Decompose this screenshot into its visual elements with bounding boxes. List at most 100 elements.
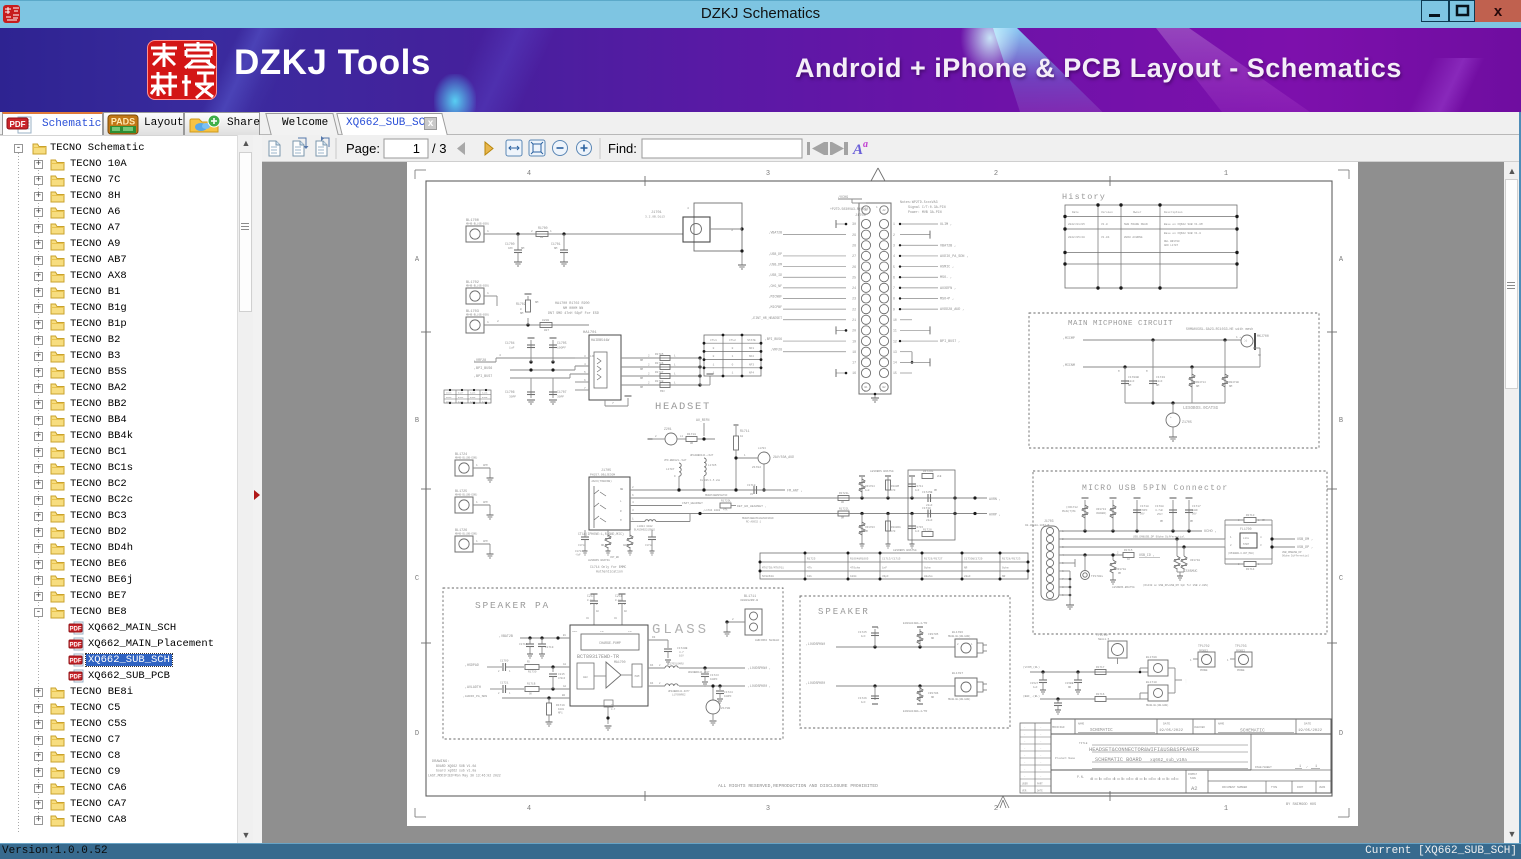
svg-text:R171B: R171B	[527, 683, 536, 686]
svg-text:12: 12	[893, 339, 897, 343]
svg-text:NM: NM	[554, 247, 558, 250]
svg-text:LESOBOS BOATSG: LESOBOS BOATSG	[870, 470, 894, 473]
svg-text:(VCOM_(DL): (VCOM_(DL)	[1023, 665, 1040, 669]
svg-text:3: 3	[766, 805, 770, 813]
svg-text:CHARGE-PUMP: CHARGE-PUMP	[599, 641, 621, 645]
svg-text:AGC: AGC	[583, 676, 588, 679]
svg-text:,USB_DM: ,USB_DM	[769, 263, 782, 267]
svg-text:MSO+P ,: MSO+P ,	[940, 298, 954, 302]
svg-text:R1719: R1719	[556, 704, 565, 707]
svg-text:,BPI_BUS7: ,BPI_BUS7	[474, 375, 492, 379]
svg-text:+P2TD-5030VA3-Rj5000: +P2TD-5030VA3-Rj5000	[830, 207, 868, 211]
svg-text:GLASS: GLASS	[652, 622, 709, 638]
svg-text:Z1702: Z1702	[752, 466, 761, 469]
svg-text:20: 20	[852, 329, 856, 333]
svg-text:1: 1	[487, 321, 489, 324]
svg-text:100k: 100k	[558, 707, 565, 711]
svg-text:Date: Date	[1072, 211, 1079, 214]
svg-text:MSO- ,: MSO- ,	[940, 276, 952, 280]
svg-text:CTL2: CTL2	[729, 339, 736, 342]
svg-text:24: 24	[852, 286, 856, 290]
svg-text:UPG4BBD121-/A2T: UPG4BBD121-/A2T	[690, 453, 714, 457]
svg-text:CR1705: CR1705	[928, 633, 939, 636]
svg-text:MA1700: MA1700	[614, 660, 626, 664]
svg-text:0R: 0R	[841, 517, 845, 520]
svg-text:C: C	[415, 575, 419, 583]
svg-text:19: 19	[852, 339, 856, 343]
svg-text:R1725: R1725	[807, 558, 816, 561]
svg-text:HSMIC ,: HSMIC ,	[940, 266, 954, 270]
svg-text:R1708: R1708	[655, 380, 664, 383]
svg-text:History: History	[1062, 192, 1106, 202]
svg-text:C: C	[1339, 575, 1343, 583]
svg-text:Base on XQ662 SUB V1.0: Base on XQ662 SUB V1.0	[1164, 232, 1201, 235]
svg-text:50V: 50V	[1140, 513, 1145, 516]
svg-text:AORP ,: AORP ,	[989, 513, 1001, 517]
svg-text:AU_REFN: AU_REFN	[696, 418, 709, 422]
svg-text:0ohm: 0ohm	[924, 566, 931, 570]
svg-text:R1006G: R1006G	[891, 526, 901, 529]
svg-text:1: 1	[1224, 805, 1228, 813]
svg-text:C1707: C1707	[557, 390, 567, 394]
svg-text:DATE: DATE	[1304, 723, 1311, 726]
svg-text:C1724: C1724	[724, 691, 733, 694]
svg-text:Description: Description	[1164, 210, 1183, 214]
svg-text:,USB_ID: ,USB_ID	[769, 273, 782, 277]
svg-text:VERS: VERS	[1319, 786, 1326, 789]
svg-text:0R: 0R	[690, 442, 694, 445]
svg-text:STATE: STATE	[747, 339, 756, 342]
svg-text:470: 470	[891, 489, 896, 492]
svg-text:CS#T_HEADSET: CS#T_HEADSET	[682, 502, 703, 505]
svg-text:,LOUDSPKR0: ,LOUDSPKR0	[806, 681, 825, 685]
svg-text:A2: A2	[1191, 785, 1198, 792]
svg-text:+: +	[1170, 416, 1172, 419]
svg-text:Owner: Owner	[1133, 211, 1142, 214]
svg-text:1K: 1K	[1127, 558, 1131, 561]
svg-text:1: 1	[413, 141, 420, 156]
svg-text:FM_ANT ,: FM_ANT ,	[787, 489, 803, 493]
svg-text:P.N.: P.N.	[1077, 775, 1085, 779]
svg-text:,VBAT2B: ,VBAT2B	[769, 231, 782, 235]
svg-text:PHJH(T)MG: PHJH(T)MG	[1062, 510, 1076, 513]
svg-text:2kB: 2kB	[937, 475, 942, 478]
svg-text:NF4: NF4	[749, 372, 754, 375]
svg-text:SPEAKER: SPEAKER	[818, 607, 870, 617]
svg-text:SPEAKER PA: SPEAKER PA	[475, 600, 550, 611]
svg-text:1nF: 1nF	[915, 489, 920, 492]
svg-text:CNT_BD: CNT_BD	[610, 556, 620, 559]
svg-text:ALL RIGHTS RESERVED,REPRODUCTI: ALL RIGHTS RESERVED,REPRODUCTION AND DIS…	[718, 783, 878, 789]
svg-text:CR1718: CR1718	[1116, 568, 1126, 571]
svg-text:,MICNM: ,MICNM	[1063, 363, 1075, 367]
svg-text:29: 29	[852, 233, 856, 237]
svg-text:BOARD XQ662 SUB V1.0A: BOARD XQ662 SUB V1.0A	[436, 764, 476, 768]
svg-text:ADD L1707: ADD L1707	[1164, 244, 1178, 247]
svg-text:CR1703: CR1703	[865, 526, 875, 529]
svg-text:C1717: C1717	[1192, 505, 1201, 508]
svg-text:VDDP: VDDP	[572, 630, 578, 633]
svg-text:4.7uF: 4.7uF	[1155, 509, 1163, 512]
svg-text:,LOUDSPKR0 ,: ,LOUDSPKR0 ,	[748, 684, 771, 688]
svg-text:4: 4	[893, 254, 895, 258]
svg-text:board xq662 sub v1.0a: board xq662 sub v1.0a	[436, 769, 476, 773]
svg-text:10: 10	[740, 435, 744, 438]
svg-text:R04714: R04714	[1196, 381, 1206, 384]
svg-text:BL1707: BL1707	[952, 671, 963, 675]
svg-text:470: 470	[891, 530, 896, 533]
svg-text:Signal C/T:0.3A-PIN: Signal C/T:0.3A-PIN	[908, 205, 946, 209]
svg-text:PDF: PDF	[70, 627, 82, 633]
svg-text:NM: NM	[1229, 385, 1233, 388]
svg-text:1uH: 1uH	[865, 489, 870, 492]
svg-text:NC: NC	[1258, 354, 1262, 357]
svg-text:C1P: C1P	[600, 630, 605, 633]
svg-text:NM: NM	[640, 377, 644, 380]
svg-text:SC9863A: SC9863A	[762, 575, 774, 578]
svg-text:,HSDPAD: ,HSDPAD	[465, 663, 479, 667]
svg-text:100PF: 100PF	[724, 695, 732, 698]
svg-text:,MICPBF: ,MICPBF	[769, 305, 782, 309]
svg-text:1uF: 1uF	[1033, 686, 1038, 689]
svg-text:1nF: 1nF	[915, 530, 920, 533]
svg-text:D: D	[415, 730, 419, 738]
svg-text:C1700B: C1700B	[1128, 376, 1139, 379]
svg-text:470nF: 470nF	[558, 677, 566, 680]
svg-text:22: 22	[852, 307, 856, 311]
